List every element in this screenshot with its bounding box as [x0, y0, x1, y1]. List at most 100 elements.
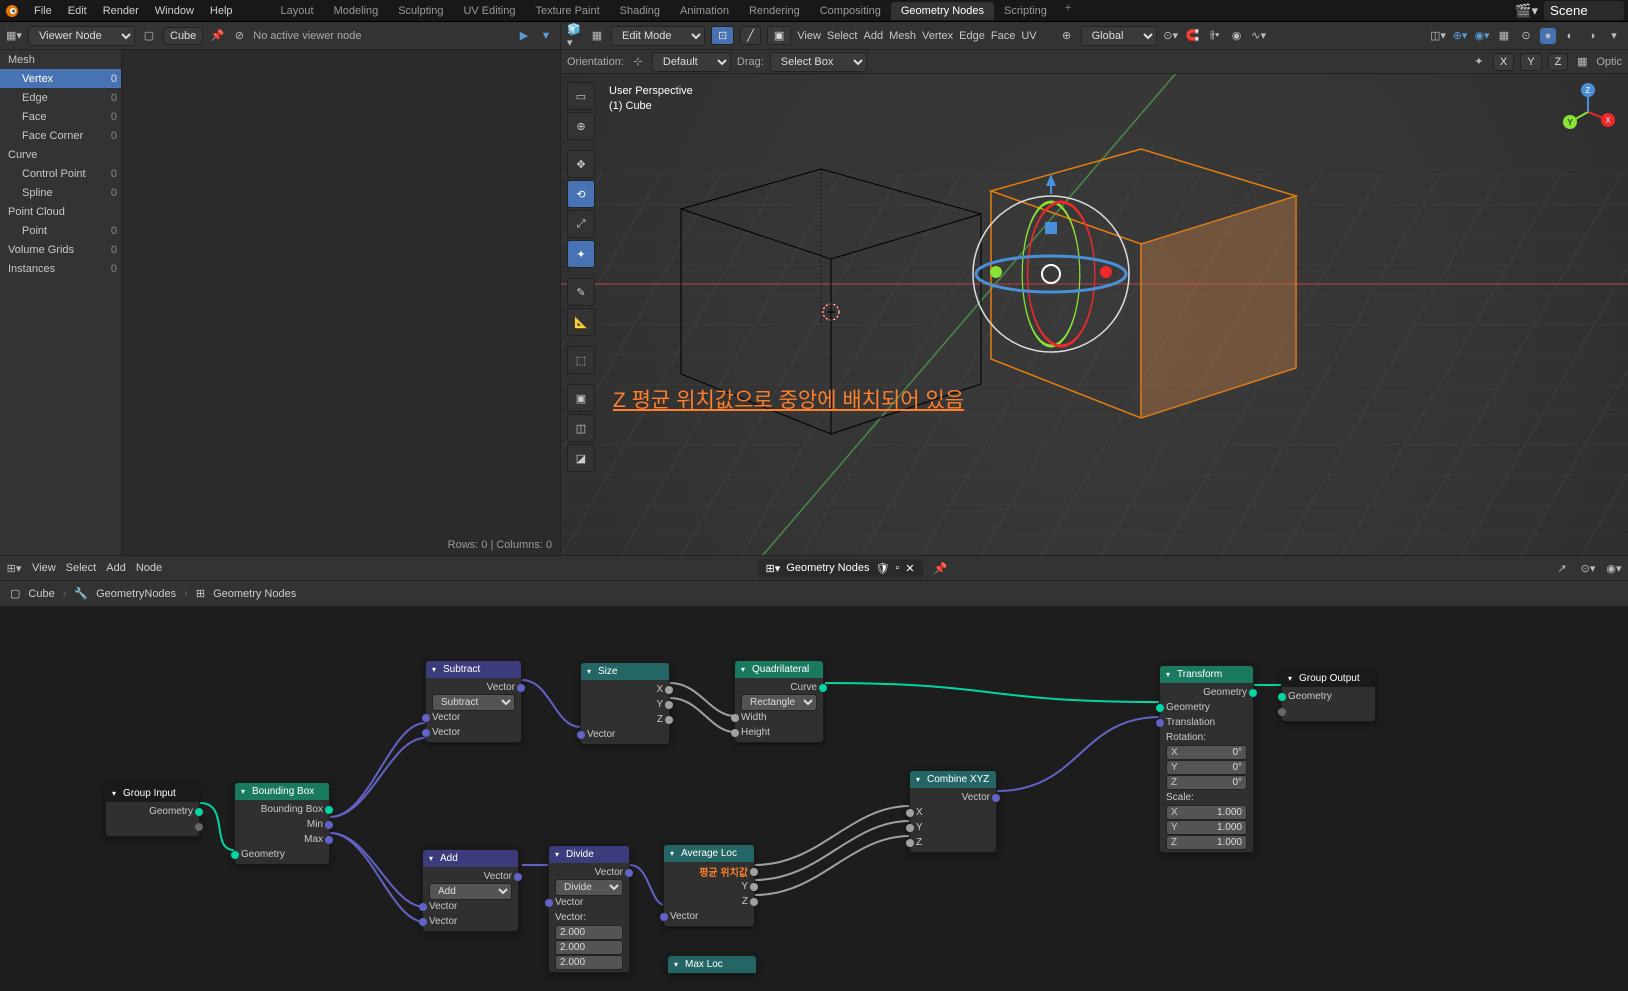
- tool-measure-icon[interactable]: 📐: [567, 308, 595, 336]
- transform-scale-field[interactable]: Z1.000: [1166, 835, 1247, 850]
- vp-menu-mesh[interactable]: Mesh: [889, 30, 916, 42]
- tool-transform-icon[interactable]: ✦: [567, 240, 595, 268]
- prop-edit-icon[interactable]: ◉: [1229, 28, 1245, 44]
- node-average-loc[interactable]: Average Loc 평균 위치값 Y Z Vector: [663, 844, 755, 927]
- node-add[interactable]: Add Vector Add Vector Vector: [422, 849, 519, 932]
- mesh-edit-icon[interactable]: ◫▾: [1430, 28, 1446, 44]
- ne-menu-add[interactable]: Add: [106, 562, 126, 574]
- shading-render-icon[interactable]: ◑: [1584, 28, 1600, 44]
- scene-icon[interactable]: 🎬▾: [1515, 3, 1538, 19]
- select-mode-edge[interactable]: ╱: [740, 26, 761, 45]
- node-canvas[interactable]: Group Input Geometry Bounding Box Boundi…: [0, 607, 1628, 991]
- tool-select-icon[interactable]: ▭: [567, 82, 595, 110]
- workspace-tab[interactable]: UV Editing: [453, 2, 525, 20]
- divide-mode-select[interactable]: Divide: [555, 879, 623, 896]
- editor-type-icon[interactable]: ⊞▾: [6, 560, 22, 576]
- tree-item[interactable]: Point Cloud: [0, 202, 121, 221]
- transform-rot-field[interactable]: X0°: [1166, 745, 1247, 760]
- xray-icon[interactable]: ▦: [1496, 28, 1512, 44]
- select-mode-vertex[interactable]: ⊡: [711, 26, 734, 45]
- arrow-icon[interactable]: ↗: [1554, 560, 1570, 576]
- node-group-input[interactable]: Group Input Geometry: [105, 784, 200, 837]
- overlay-icon[interactable]: ◉▾: [1606, 560, 1622, 576]
- snap-icon[interactable]: 🧲: [1185, 28, 1201, 44]
- vp-menu-vertex[interactable]: Vertex: [922, 30, 953, 42]
- gizmo-icon[interactable]: ⊕▾: [1452, 28, 1468, 44]
- node-divide[interactable]: Divide Vector Divide Vector Vector: 2.00…: [548, 845, 630, 973]
- tree-item[interactable]: Spline0: [0, 183, 121, 202]
- editor-type-icon[interactable]: ▦▾: [6, 28, 22, 44]
- breadcrumb-item[interactable]: GeometryNodes: [96, 588, 176, 600]
- shading-solid-icon[interactable]: ●: [1540, 28, 1556, 44]
- users-icon[interactable]: ▫: [895, 562, 899, 574]
- workspace-tab-active[interactable]: Geometry Nodes: [891, 2, 994, 20]
- tool-bevel-icon[interactable]: ◪: [567, 444, 595, 472]
- tree-item[interactable]: Point0: [0, 221, 121, 240]
- unlink-icon[interactable]: ✕: [905, 562, 914, 575]
- toggle-icon[interactable]: ▶: [516, 28, 532, 44]
- tool-inset-icon[interactable]: ◫: [567, 414, 595, 442]
- node-max-loc[interactable]: Max Loc: [667, 955, 757, 974]
- vp-menu-add[interactable]: Add: [863, 30, 883, 42]
- menu-file[interactable]: File: [26, 5, 60, 17]
- menu-help[interactable]: Help: [202, 5, 241, 17]
- pin-icon[interactable]: 📌: [209, 28, 225, 44]
- workspace-tab[interactable]: Rendering: [739, 2, 810, 20]
- tree-item[interactable]: Edge0: [0, 88, 121, 107]
- shading-matcap-icon[interactable]: ◐: [1562, 28, 1578, 44]
- workspace-tab[interactable]: Compositing: [810, 2, 891, 20]
- transform-scale-field[interactable]: Y1.000: [1166, 820, 1247, 835]
- ne-menu-node[interactable]: Node: [136, 562, 162, 574]
- menu-render[interactable]: Render: [95, 5, 147, 17]
- workspace-tab[interactable]: Sculpting: [388, 2, 453, 20]
- orientation-select[interactable]: Global: [1081, 26, 1157, 46]
- workspace-tab[interactable]: Animation: [670, 2, 739, 20]
- divide-value-field[interactable]: 2.000: [555, 940, 623, 955]
- transform-scale-field[interactable]: X1.000: [1166, 805, 1247, 820]
- tool-scale-icon[interactable]: ⤢: [567, 210, 595, 238]
- vp-menu-uv[interactable]: UV: [1021, 30, 1036, 42]
- axis-z-button[interactable]: Z: [1548, 53, 1569, 71]
- vp-menu-select[interactable]: Select: [827, 30, 858, 42]
- editor-type-icon[interactable]: 🧊▾: [567, 28, 583, 44]
- pivot-icon[interactable]: ⊙▾: [1163, 28, 1179, 44]
- tool-move-icon[interactable]: ✥: [567, 150, 595, 178]
- tool-rotate-icon[interactable]: ⟲: [567, 180, 595, 208]
- tool-annotate-icon[interactable]: ✎: [567, 278, 595, 306]
- viewport-3d[interactable]: ▭ ⊕ ✥ ⟲ ⤢ ✦ ✎ 📐 ⬚ ▣ ◫ ◪ User Perspective…: [561, 74, 1628, 555]
- node-size[interactable]: Size X Y Z Vector: [580, 662, 670, 745]
- shading-dropdown-icon[interactable]: ▾: [1606, 28, 1622, 44]
- menu-edit[interactable]: Edit: [60, 5, 95, 17]
- pin-icon[interactable]: 📌: [933, 560, 949, 576]
- breadcrumb-item[interactable]: Geometry Nodes: [213, 588, 296, 600]
- nodetree-selector[interactable]: ⊞▾ Geometry Nodes 🛡 ▫ ✕: [758, 559, 923, 578]
- nav-gizmo-icon[interactable]: X Y Z: [1558, 82, 1618, 142]
- overlay-icon[interactable]: ◉▾: [1474, 28, 1490, 44]
- quad-mode-select[interactable]: Rectangle: [741, 694, 817, 711]
- vp-menu-view[interactable]: View: [797, 30, 821, 42]
- ne-menu-select[interactable]: Select: [66, 562, 97, 574]
- axis-x-button[interactable]: X: [1493, 53, 1514, 71]
- subtract-mode-select[interactable]: Subtract: [432, 694, 515, 711]
- orientation-icon[interactable]: ⊕: [1059, 28, 1075, 44]
- divide-value-field[interactable]: 2.000: [555, 925, 623, 940]
- tree-item[interactable]: Instances0: [0, 259, 121, 278]
- tree-item[interactable]: Face0: [0, 107, 121, 126]
- transform-rot-field[interactable]: Z0°: [1166, 775, 1247, 790]
- node-combine-xyz[interactable]: Combine XYZ Vector X Y Z: [909, 770, 997, 853]
- select-mode-face[interactable]: ▣: [767, 26, 791, 45]
- shield-icon[interactable]: 🛡: [875, 562, 889, 575]
- workspace-tab[interactable]: Shading: [610, 2, 670, 20]
- orientation-preset-select[interactable]: Default: [652, 52, 731, 72]
- butterfly-icon[interactable]: ✦: [1471, 54, 1487, 70]
- node-group-output[interactable]: Group Output Geometry: [1281, 669, 1376, 722]
- ne-menu-view[interactable]: View: [32, 562, 56, 574]
- filter-icon[interactable]: ▼: [538, 28, 554, 44]
- tool-addcube-icon[interactable]: ⬚: [567, 346, 595, 374]
- transform-rot-field[interactable]: Y0°: [1166, 760, 1247, 775]
- add-mode-select[interactable]: Add: [429, 883, 512, 900]
- workspace-tab[interactable]: Scripting: [994, 2, 1057, 20]
- divide-value-field[interactable]: 2.000: [555, 955, 623, 970]
- viewer-mode-select[interactable]: Viewer Node: [28, 26, 135, 46]
- workspace-tab[interactable]: Layout: [271, 2, 324, 20]
